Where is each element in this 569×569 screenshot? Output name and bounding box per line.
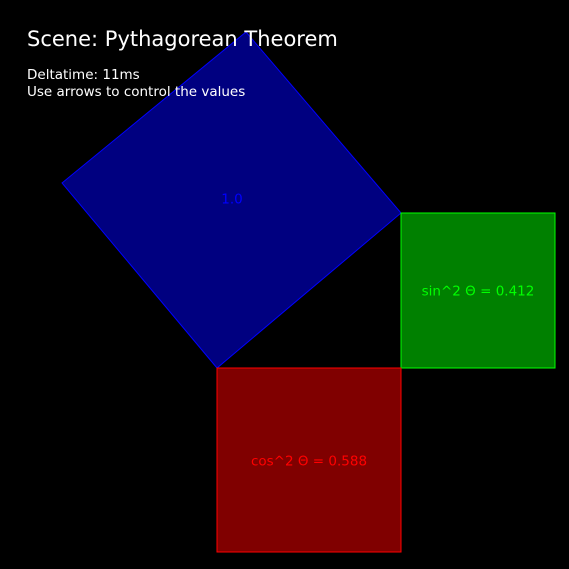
sine-label: sin^2 Θ = 0.412 (421, 283, 535, 300)
scene-canvas[interactable]: Scene: Pythagorean Theorem Deltatime: 11… (0, 0, 569, 569)
controls-hint: Use arrows to control the values (27, 84, 246, 100)
scene-title: Scene: Pythagorean Theorem (27, 27, 338, 51)
cosine-label: cos^2 Θ = 0.588 (250, 453, 368, 470)
hypotenuse-label: 1.0 (221, 191, 243, 208)
deltatime-readout: Deltatime: 11ms (27, 67, 140, 83)
